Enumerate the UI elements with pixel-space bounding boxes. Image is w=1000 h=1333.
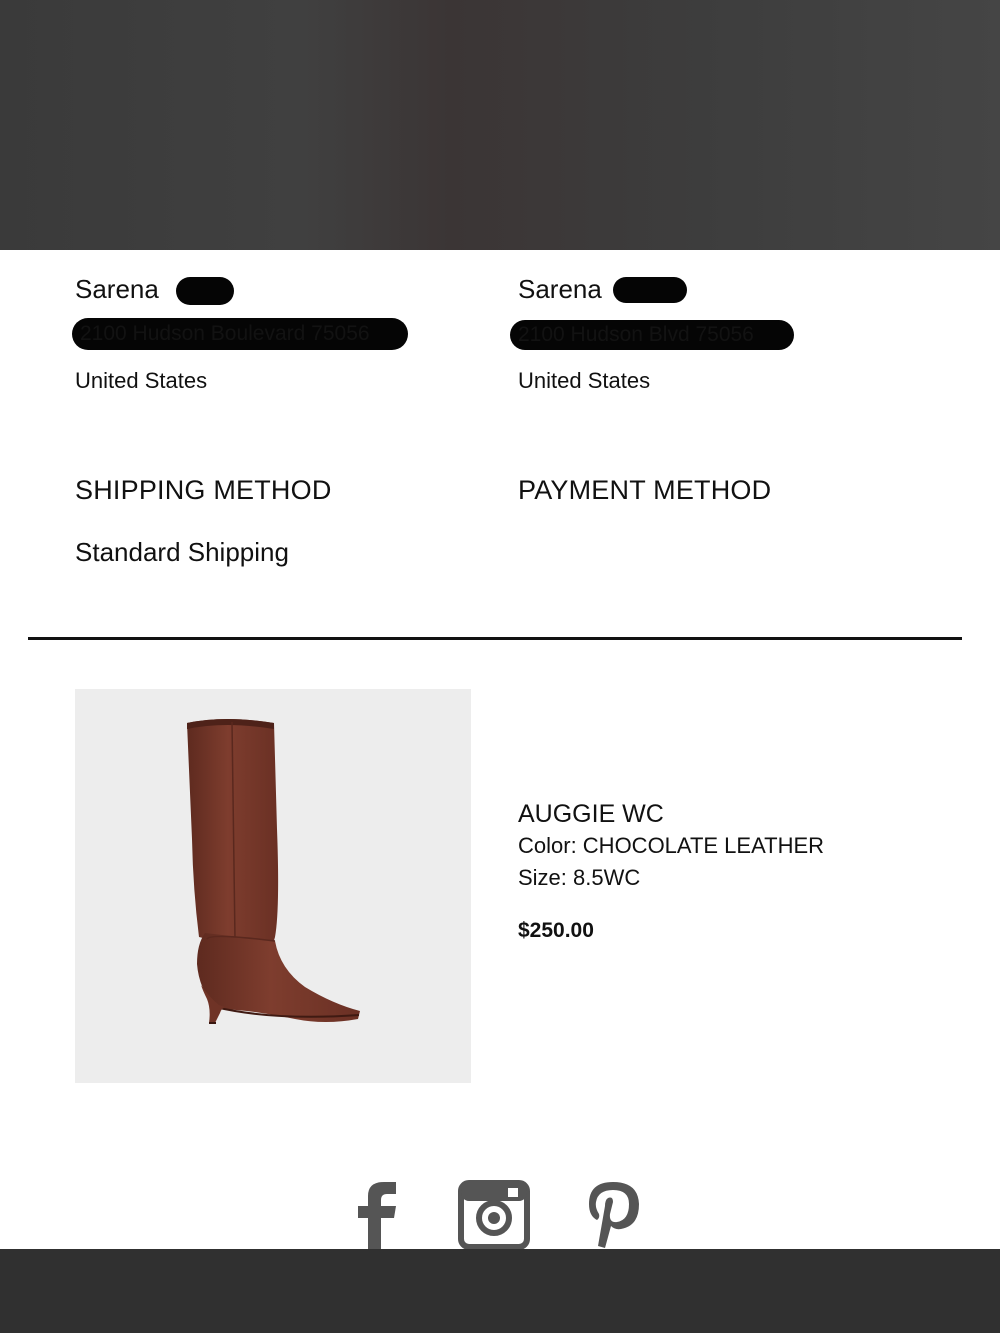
billing-country: United States (518, 368, 651, 393)
instagram-icon[interactable] (458, 1180, 530, 1255)
bottom-dark-band (0, 1249, 1000, 1333)
shipping-country: United States (75, 368, 208, 393)
redacted-last-name (176, 277, 234, 305)
shipping-method-heading: SHIPPING METHOD (75, 475, 332, 505)
billing-name: Sarena (518, 274, 602, 304)
facebook-icon[interactable] (356, 1178, 398, 1255)
product-price: $250.00 (518, 919, 594, 942)
shipping-method-value: Standard Shipping (75, 537, 289, 567)
product-size: Size: 8.5WC (518, 865, 641, 890)
product-color: Color: CHOCOLATE LEATHER (518, 833, 825, 858)
redacted-last-name (613, 277, 687, 303)
shipping-name: Sarena (75, 274, 159, 304)
pinterest-icon[interactable] (583, 1178, 643, 1255)
payment-method-heading: PAYMENT METHOD (518, 475, 772, 505)
product-image[interactable] (75, 689, 471, 1083)
section-divider (28, 637, 962, 640)
product-name[interactable]: AUGGIE WC (518, 800, 664, 829)
boot-image (187, 719, 360, 1024)
redacted-street: 2100 Hudson Blvd 75056 (510, 320, 794, 350)
redacted-street: 2100 Hudson Boulevard 75056 (72, 318, 408, 350)
top-blurred-band (0, 0, 1000, 250)
